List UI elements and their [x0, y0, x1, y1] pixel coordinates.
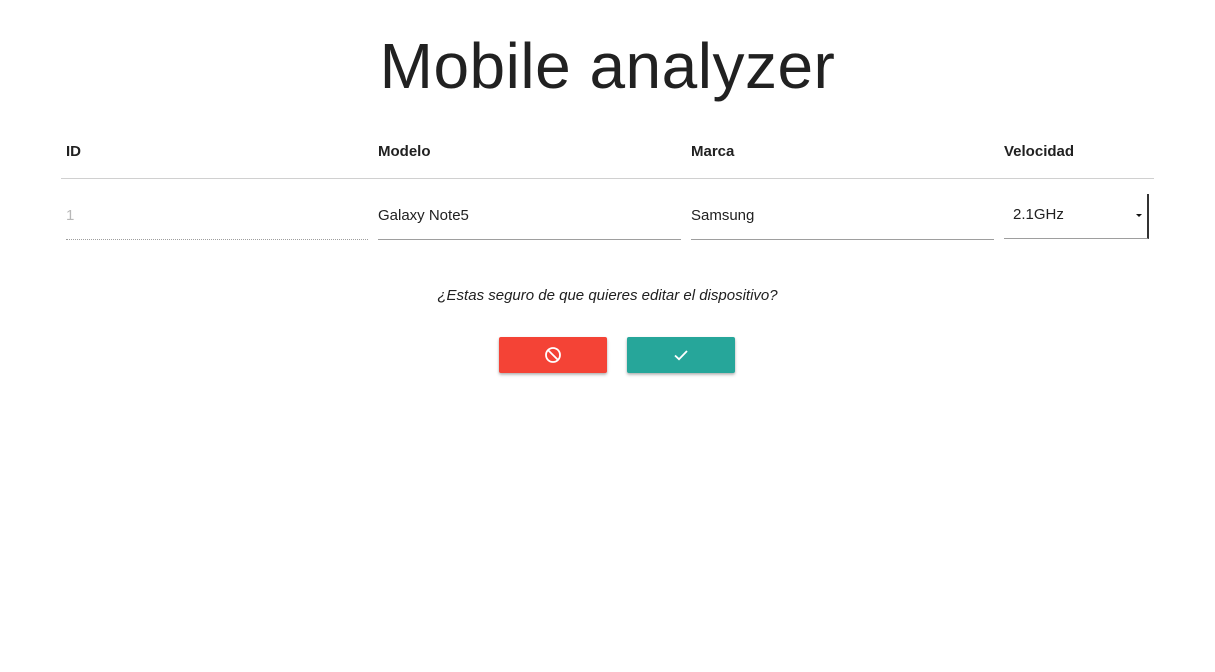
modelo-value: Galaxy Note5	[378, 207, 469, 224]
velocidad-select[interactable]: 2.1GHz	[1004, 194, 1149, 239]
confirm-button[interactable]	[627, 337, 735, 373]
header-modelo: Modelo	[378, 143, 431, 160]
header-marca: Marca	[691, 143, 735, 160]
cancel-button[interactable]	[499, 337, 607, 373]
block-icon	[545, 347, 561, 363]
id-value: 1	[66, 207, 75, 224]
header-velocidad: Velocidad	[1004, 143, 1075, 160]
id-field: 1	[66, 193, 368, 240]
check-icon	[674, 350, 688, 361]
marca-input[interactable]: Samsung	[691, 193, 994, 240]
confirmation-message: ¿Estas seguro de que quieres editar el d…	[437, 287, 778, 304]
marca-value: Samsung	[691, 207, 755, 224]
dropdown-arrow-icon	[1136, 214, 1142, 217]
velocidad-selected-value: 2.1GHz	[1013, 206, 1064, 223]
table-header-row: ID Modelo Marca Velocidad	[61, 130, 1154, 179]
page-title: Mobile analyzer	[379, 30, 836, 102]
header-id: ID	[66, 143, 81, 160]
modelo-input[interactable]: Galaxy Note5	[378, 193, 681, 240]
